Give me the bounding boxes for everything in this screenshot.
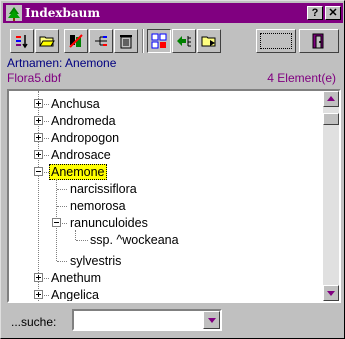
tree-grid-icon	[151, 33, 167, 49]
branch-icon	[95, 36, 107, 46]
scroll-thumb[interactable]	[323, 113, 339, 125]
expand-icon[interactable]	[34, 133, 43, 142]
tree-node[interactable]: ranunculoides	[70, 215, 148, 231]
sort-icon	[16, 35, 28, 49]
tree-node[interactable]: sylvestris	[70, 253, 121, 269]
search-dropdown-button[interactable]	[203, 311, 220, 329]
tree-line	[57, 206, 67, 207]
expand-icon[interactable]	[34, 116, 43, 125]
expand-icon[interactable]	[34, 273, 43, 282]
tools-icon	[69, 34, 83, 48]
select-button[interactable]	[256, 29, 296, 53]
move-left-button[interactable]	[172, 29, 196, 53]
tree-content: Anchusa Andromeda Andropogon Androsace A…	[9, 91, 319, 301]
collapse-icon[interactable]	[34, 167, 43, 176]
folder-open-icon	[201, 36, 216, 47]
expand-icon[interactable]	[34, 150, 43, 159]
indexbaum-window: Indexbaum ? ✕ Artnamen: Anemone Flora5.d…	[0, 0, 345, 339]
tree-node[interactable]: Androsace	[51, 147, 111, 163]
expand-icon[interactable]	[34, 290, 43, 299]
collapse-icon[interactable]	[52, 218, 61, 227]
element-count: 4 Element(e)	[267, 71, 336, 85]
chevron-down-icon	[208, 318, 216, 323]
open-folder-icon	[39, 36, 55, 47]
scroll-up-button[interactable]	[323, 91, 339, 107]
open-button[interactable]	[35, 29, 59, 53]
index-tree[interactable]: Anchusa Andromeda Andropogon Androsace A…	[7, 89, 341, 303]
arrow-down-icon	[327, 291, 335, 296]
tree-app-icon	[6, 5, 22, 21]
tree-line	[75, 230, 76, 240]
tree-line	[57, 261, 67, 262]
arrow-up-icon	[327, 96, 335, 101]
exit-door-icon	[312, 33, 324, 49]
folder-button[interactable]	[197, 29, 221, 53]
help-button[interactable]: ?	[307, 6, 323, 20]
tree-node[interactable]: Anethum	[51, 270, 101, 286]
close-button[interactable]: ✕	[325, 6, 341, 20]
file-name: Flora5.dbf	[7, 71, 62, 85]
trash-icon	[120, 35, 132, 49]
sort-button[interactable]	[10, 29, 34, 53]
scroll-down-button[interactable]	[323, 285, 339, 301]
window-title: Indexbaum	[25, 6, 101, 20]
tree-node[interactable]: ssp. ^wockeana	[90, 232, 179, 248]
vertical-scrollbar[interactable]	[323, 91, 339, 301]
toolbar	[3, 25, 343, 55]
exit-button[interactable]	[299, 29, 339, 53]
artnamen-label: Artnamen: Anemone	[7, 56, 117, 70]
search-combobox[interactable]	[72, 309, 222, 331]
tree-line	[76, 240, 88, 241]
toolbar-separator	[142, 29, 144, 53]
tree-node-selected[interactable]: Anemone	[49, 164, 107, 180]
tree-node[interactable]: Andromeda	[51, 113, 116, 129]
tree-view-button[interactable]	[147, 29, 171, 53]
tree-node[interactable]: narcissiflora	[70, 181, 137, 197]
tree-node[interactable]: Andropogon	[51, 130, 119, 146]
move-left-icon	[177, 36, 191, 47]
title-bar[interactable]: Indexbaum ? ✕	[3, 3, 343, 23]
tree-node[interactable]: Anchusa	[51, 96, 100, 112]
search-label: ...suche:	[11, 315, 57, 329]
tree-node[interactable]: Angelica	[51, 287, 99, 301]
focus-rect	[260, 33, 292, 49]
search-input[interactable]	[76, 312, 200, 328]
tree-node[interactable]: nemorosa	[70, 198, 126, 214]
tree-line	[57, 189, 67, 190]
branch-button[interactable]	[89, 29, 113, 53]
expand-icon[interactable]	[34, 99, 43, 108]
delete-button[interactable]	[114, 29, 138, 53]
tools-button[interactable]	[64, 29, 88, 53]
